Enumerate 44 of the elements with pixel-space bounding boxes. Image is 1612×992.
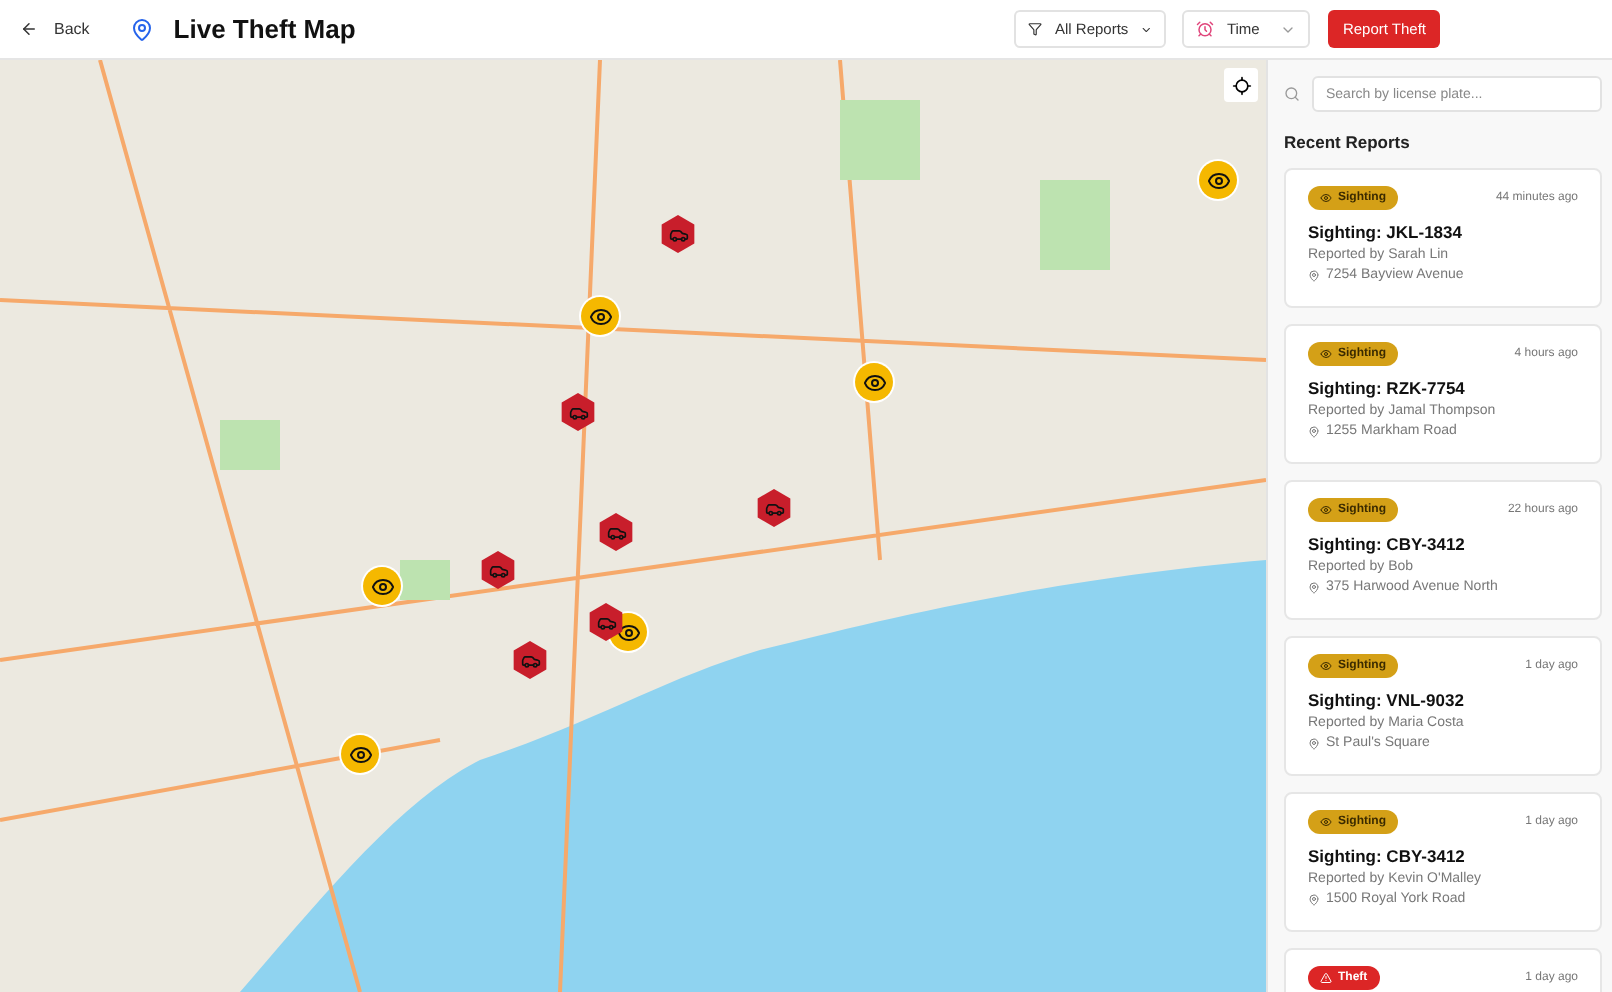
car-icon [596, 612, 616, 632]
locate-button[interactable] [1224, 68, 1258, 102]
search-icon [1284, 86, 1300, 102]
car-icon [668, 224, 688, 244]
locate-icon [1231, 75, 1251, 95]
car-icon [568, 402, 588, 422]
sighting-marker[interactable] [581, 297, 619, 335]
alarm-clock-icon [1196, 20, 1215, 38]
map-pin-icon [1308, 893, 1320, 905]
report-title: Sighting: RZK-7754 [1308, 378, 1467, 398]
eye-icon [370, 574, 394, 598]
eye-icon [1320, 816, 1332, 828]
car-icon [764, 498, 784, 518]
map-pin-icon [129, 17, 154, 41]
section-heading: Recent Reports [1284, 132, 1412, 152]
eye-icon [348, 742, 372, 766]
eye-icon [1206, 168, 1230, 192]
map-pin-icon [1308, 425, 1320, 437]
report-title: Sighting: JKL-1834 [1308, 222, 1464, 242]
sighting-marker[interactable] [341, 735, 379, 773]
report-title: Sighting: CBY-3412 [1308, 846, 1467, 866]
sighting-marker[interactable] [363, 567, 401, 605]
eye-icon [1320, 504, 1332, 516]
back-arrow-icon [20, 20, 38, 38]
map-pin-icon [1308, 269, 1320, 281]
back-button[interactable]: Back [16, 16, 94, 42]
eye-icon [588, 304, 612, 328]
sighting-marker[interactable] [855, 363, 893, 401]
eye-icon [1320, 660, 1332, 672]
eye-icon [1320, 192, 1332, 204]
filter-icon [1028, 20, 1043, 38]
car-icon [606, 522, 626, 542]
eye-icon [1320, 348, 1332, 360]
map-pin-icon [1308, 581, 1320, 593]
car-icon [520, 650, 540, 670]
eye-icon [616, 620, 640, 644]
car-icon [488, 560, 508, 580]
sighting-marker[interactable] [1199, 161, 1237, 199]
report-title: Sighting: CBY-3412 [1308, 534, 1467, 554]
report-title: Sighting: VNL-9032 [1308, 690, 1466, 710]
page-title: Live Theft Map [173, 14, 356, 44]
map-pin-icon [1308, 737, 1320, 749]
warning-icon [1320, 972, 1332, 984]
eye-icon [862, 370, 886, 394]
